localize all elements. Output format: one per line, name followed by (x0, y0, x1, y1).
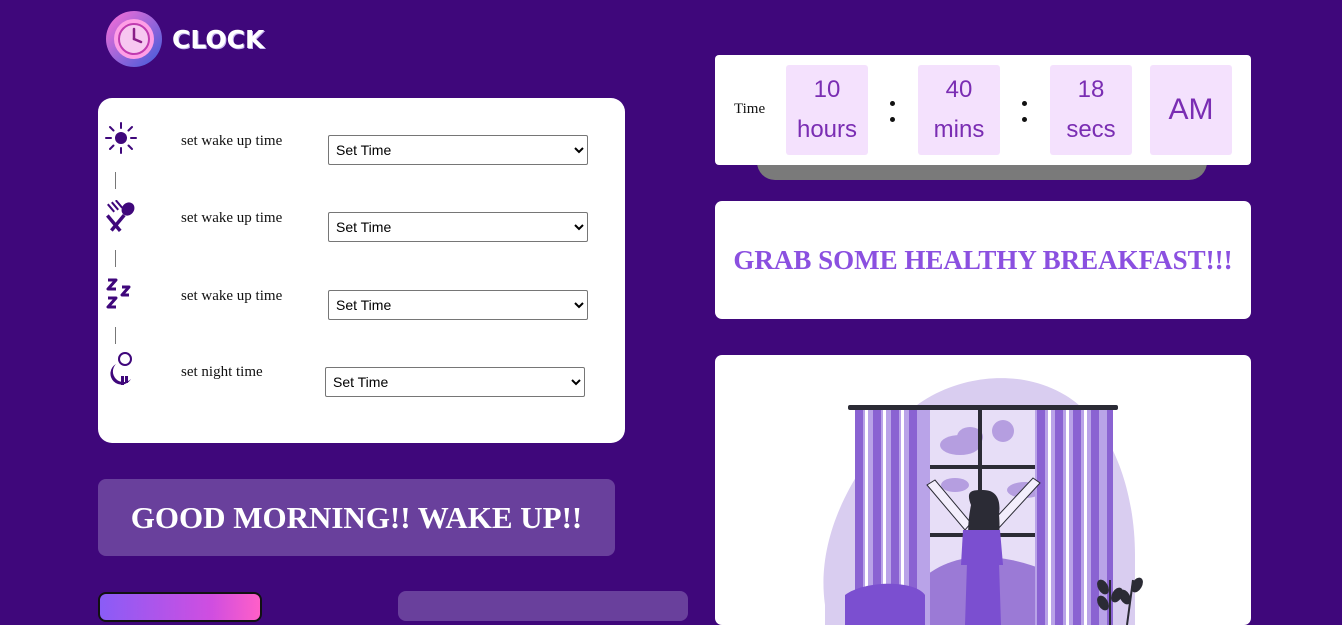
timeline-divider (115, 250, 116, 267)
sleep-time-select[interactable]: Set Time (328, 290, 588, 320)
clock-icon (106, 11, 162, 67)
schedule-row-sleep: set wake up time Set Time (98, 276, 625, 320)
schedule-row-wake: set wake up time Set Time (98, 121, 625, 165)
night-time-select[interactable]: Set Time (325, 367, 585, 397)
hours-box: 10 hours (786, 65, 868, 155)
wake-time-select[interactable]: Set Time (328, 135, 588, 165)
sleep-zzz-icon (106, 278, 131, 309)
utensils-icon (106, 200, 135, 232)
ampm-value: AM (1168, 93, 1214, 126)
sun-icon (105, 122, 137, 154)
night-time-label: set night time (181, 364, 263, 380)
timeline-divider (115, 172, 116, 189)
schedule-row-night: set night time Set Time (98, 352, 625, 397)
colon-separator (1022, 101, 1028, 125)
message-text: GRAB SOME HEALTHY BREAKFAST!!! (733, 244, 1233, 275)
illustration-card (715, 355, 1251, 625)
mins-value: 40 (945, 76, 973, 103)
app-logo: CLOCK (106, 11, 264, 67)
set-alarm-button[interactable] (98, 592, 262, 622)
schedule-row-breakfast: set wake up time Set Time (98, 198, 625, 242)
secs-box: 18 secs (1050, 65, 1132, 155)
mins-unit: mins (933, 116, 985, 143)
message-card: GRAB SOME HEALTHY BREAKFAST!!! (715, 201, 1251, 319)
hours-value: 10 (813, 76, 841, 103)
sleep-time-label: set wake up time (181, 288, 283, 304)
breakfast-time-label: set wake up time (181, 210, 283, 226)
greeting-box: GOOD MORNING!! WAKE UP!! (98, 479, 615, 556)
wake-time-label: set wake up time (181, 133, 283, 149)
time-label: Time (734, 101, 766, 117)
info-box (398, 591, 688, 621)
secs-unit: secs (1066, 116, 1116, 143)
hours-unit: hours (796, 116, 858, 143)
secs-value: 18 (1077, 76, 1105, 103)
mins-box: 40 mins (918, 65, 1000, 155)
greeting-text: GOOD MORNING!! WAKE UP!! (130, 499, 583, 535)
breakfast-time-select[interactable]: Set Time (328, 212, 588, 242)
moon-icon (110, 352, 132, 385)
ampm-box: AM (1150, 65, 1232, 155)
woman-opening-curtains-illustration (823, 378, 1143, 625)
timeline-divider (115, 327, 116, 344)
time-card: Time 10 hours 40 mins 18 secs AM (715, 55, 1251, 165)
colon-separator (890, 101, 896, 125)
schedule-card: set wake up time Set Time set wake up ti… (98, 98, 625, 443)
logo-text: CLOCK (172, 24, 265, 54)
